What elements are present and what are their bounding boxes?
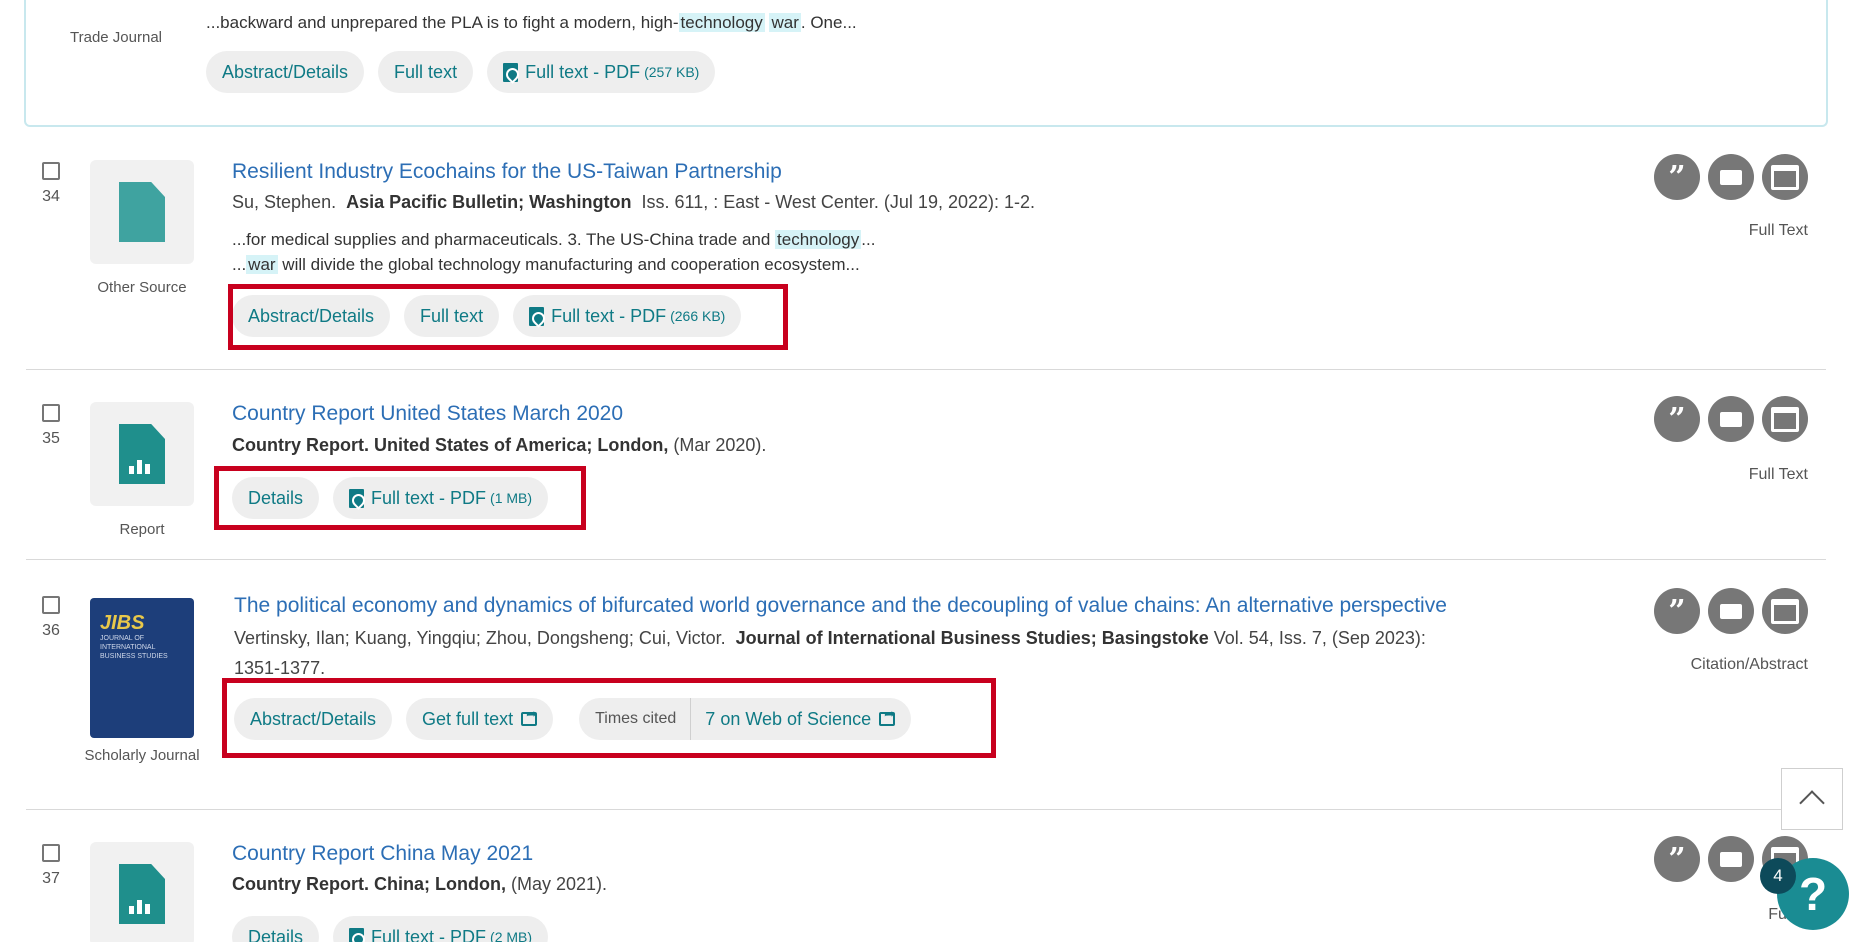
result-button-row: Details Full text - PDF (2 MB) [232,916,549,942]
document-thumbnail[interactable] [90,160,194,264]
result-citation: Vertinsky, Ilan; Kuang, Yingqiu; Zhou, D… [234,628,1426,648]
annotation-highlight-box [228,284,788,350]
save-icon[interactable] [1762,154,1808,200]
quote-icon[interactable]: ” [1654,154,1700,200]
quote-icon[interactable]: ” [1654,836,1700,882]
result-type-label: Trade Journal [70,29,162,46]
save-icon[interactable] [1762,396,1808,442]
journal-cover-thumbnail[interactable]: JIBS JOURNAL OF INTERNATIONAL BUSINESS S… [90,598,194,738]
document-thumbnail[interactable] [90,842,194,942]
result-title-link[interactable]: Country Report United States March 2020 [232,402,623,426]
email-icon[interactable] [1708,836,1754,882]
document-thumbnail[interactable] [90,402,194,506]
result-citation: Country Report. China; London, (May 2021… [232,874,608,894]
full-text-button[interactable]: Full text [378,51,474,93]
email-icon[interactable] [1708,396,1754,442]
result-type-label: Other Source [97,279,187,296]
report-icon [119,864,165,924]
pdf-icon [503,62,519,82]
result-actions: ” [1654,396,1808,442]
result-citation-pages: 1351-1377. [234,658,326,678]
select-checkbox[interactable] [42,404,60,422]
result-button-row: Abstract/Details Full text Full text - P… [206,51,716,93]
annotation-highlight-box [222,678,996,758]
availability-label: Full Text [1748,222,1808,239]
full-text-pdf-button[interactable]: Full text - PDF (257 KB) [487,51,716,93]
result-number: 35 [42,430,60,447]
help-notification-badge: 4 [1760,858,1796,894]
result-item: 35 Report Country Report United States M… [26,370,1826,560]
availability-label: Citation/Abstract [1690,656,1808,673]
result-number: 34 [42,188,60,205]
result-citation: Country Report. United States of America… [232,435,767,455]
email-icon[interactable] [1708,154,1754,200]
details-button[interactable]: Details [232,916,320,942]
select-checkbox[interactable] [42,162,60,180]
result-title-link[interactable]: The political economy and dynamics of bi… [234,594,1447,618]
result-snippet: ...for medical supplies and pharmaceutic… [232,230,876,249]
scroll-to-top-button[interactable] [1781,768,1843,830]
result-item: 37 Country Report China May 2021 Country… [26,810,1826,942]
result-type-label: Report [119,521,165,538]
result-title-link[interactable]: Resilient Industry Ecochains for the US-… [232,160,782,184]
select-checkbox[interactable] [42,596,60,614]
result-number: 36 [42,622,60,639]
save-icon[interactable] [1762,588,1808,634]
result-actions: ” [1654,588,1808,634]
annotation-highlight-box [214,466,586,530]
result-item: 36 JIBS JOURNAL OF INTERNATIONAL BUSINES… [26,560,1826,810]
result-snippet: ...backward and unprepared the PLA is to… [206,13,857,32]
select-checkbox[interactable] [42,844,60,862]
abstract-details-button[interactable]: Abstract/Details [206,51,365,93]
full-text-pdf-button[interactable]: Full text - PDF (2 MB) [333,916,549,942]
result-item: 34 Other Source Resilient Industry Ecoch… [26,128,1826,370]
pdf-icon [349,927,365,942]
result-number: 37 [42,870,60,887]
quote-icon[interactable]: ” [1654,588,1700,634]
result-actions: ” [1654,154,1808,200]
quote-icon[interactable]: ” [1654,396,1700,442]
result-title-link[interactable]: Country Report China May 2021 [232,842,533,866]
document-icon [119,182,165,242]
email-icon[interactable] [1708,588,1754,634]
results-page: Trade Journal ...backward and unprepared… [0,0,1855,942]
result-snippet: ... war will divide the global technology… [232,255,860,274]
result-citation: Su, Stephen. Asia Pacific Bulletin; Wash… [232,192,1036,212]
availability-label: Full Text [1748,466,1808,483]
result-type-label: Scholarly Journal [84,747,200,764]
report-icon [119,424,165,484]
